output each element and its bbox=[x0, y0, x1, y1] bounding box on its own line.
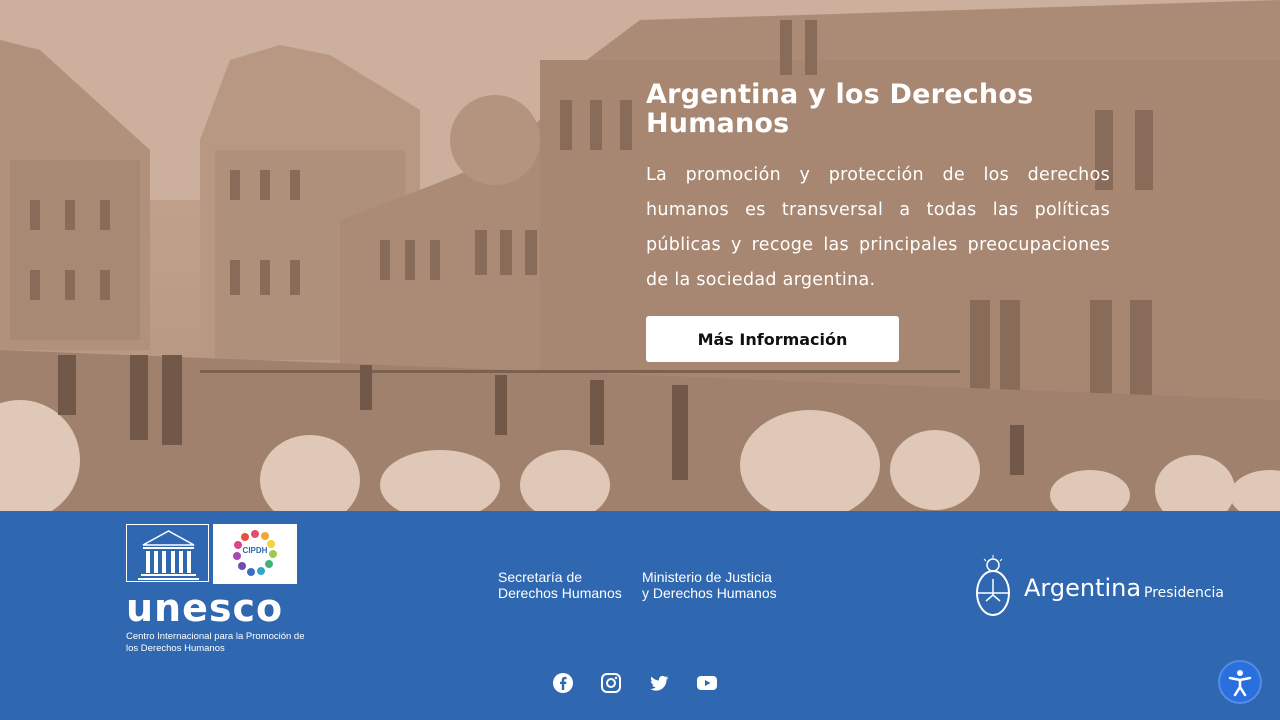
hero-description: La promoción y protección de los derecho… bbox=[646, 165, 1110, 290]
unesco-wordmark: unesco bbox=[126, 586, 284, 630]
hero-banner: Argentina y los Derechos Humanos La prom… bbox=[0, 0, 1280, 511]
unesco-temple-icon bbox=[138, 530, 199, 580]
presidencia-label: Presidencia bbox=[1144, 585, 1224, 601]
cipdh-label: CIPDH bbox=[242, 546, 268, 555]
hero-title: Argentina y los Derechos Humanos bbox=[646, 79, 1034, 139]
facebook-icon[interactable] bbox=[552, 672, 574, 694]
accessibility-icon bbox=[1228, 670, 1252, 697]
accessibility-button[interactable] bbox=[1218, 660, 1262, 704]
youtube-icon[interactable] bbox=[696, 672, 718, 694]
ministerio-justicia[interactable]: Ministerio de Justicia y Derechos Humano… bbox=[642, 569, 777, 601]
argentina-wordmark[interactable]: Argentina bbox=[1024, 574, 1141, 602]
secretaria-derechos-humanos[interactable]: Secretaría de Derechos Humanos bbox=[498, 569, 622, 601]
argentina-shield-icon bbox=[976, 555, 1010, 616]
unesco-cipdh-logo[interactable]: CIPDH bbox=[126, 524, 297, 584]
unesco-subtitle: Centro Internacional para la Promoción d… bbox=[126, 631, 305, 654]
more-info-button[interactable]: Más Información bbox=[646, 316, 899, 362]
footer: CIPDH unesco Centro Internacional para l… bbox=[0, 511, 1280, 720]
twitter-icon[interactable] bbox=[648, 672, 670, 694]
unesco-temple-emblem bbox=[126, 524, 209, 582]
instagram-icon[interactable] bbox=[600, 672, 622, 694]
cipdh-logo: CIPDH bbox=[213, 524, 297, 584]
